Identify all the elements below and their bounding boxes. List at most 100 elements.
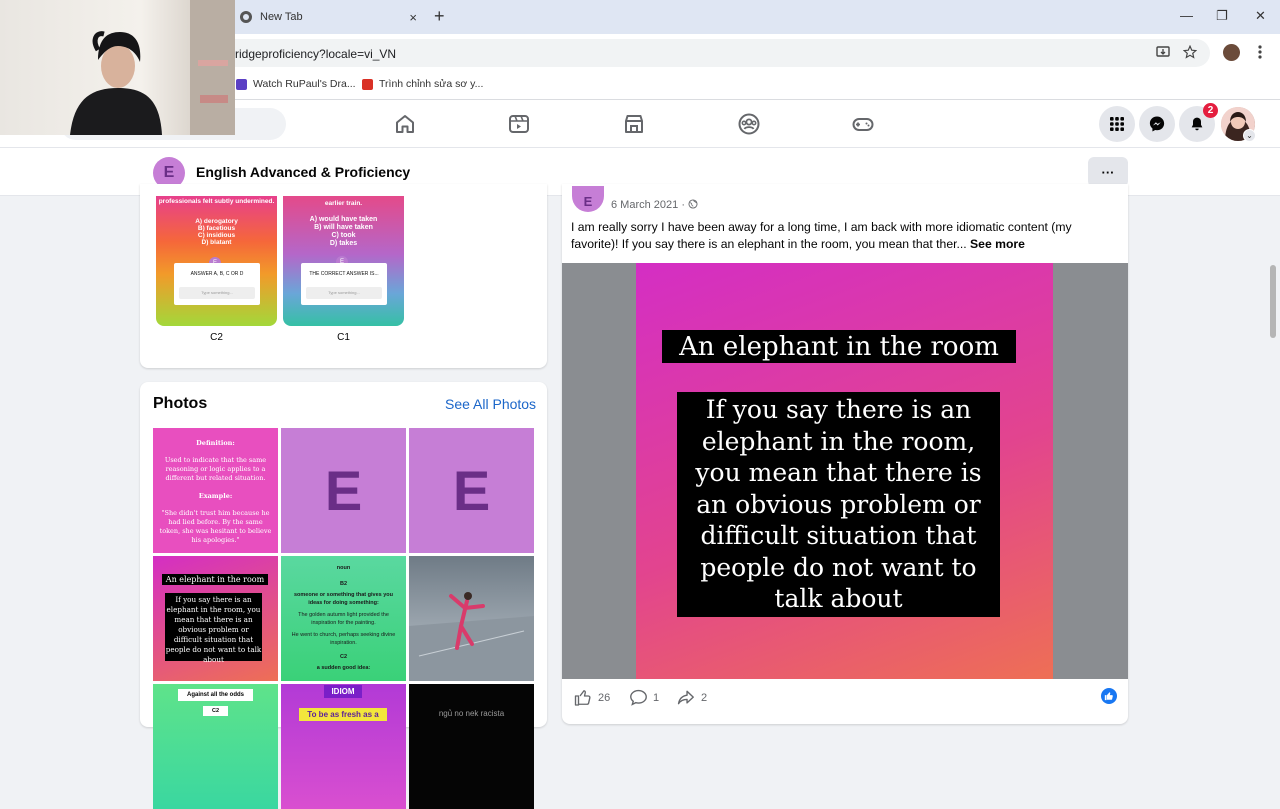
photo-thumbnail[interactable]: IDIOM To be as fresh as a [281, 684, 406, 809]
comment-icon [630, 689, 647, 706]
story-c2[interactable]: professionals felt subtly undermined. A)… [156, 196, 277, 326]
photo-text: a sudden good idea: [316, 665, 371, 671]
post-date-text: 6 March 2021 · [611, 199, 685, 211]
photo-thumbnail[interactable]: E [409, 428, 534, 553]
photo-text: Used to indicate that the same reasoning… [164, 456, 267, 482]
group-more-button[interactable]: ··· [1088, 157, 1128, 187]
group-name[interactable]: English Advanced & Proficiency [196, 164, 410, 180]
photo-text: noun [336, 565, 351, 571]
story-option: A) would have taken [309, 216, 378, 223]
webcam-person [70, 0, 235, 135]
share-button[interactable]: 2 [676, 689, 707, 706]
photo-thumbnail[interactable]: An elephant in the room If you say there… [153, 556, 278, 681]
photo-text: To be as fresh as a [299, 708, 387, 721]
share-count: 2 [701, 691, 708, 704]
photo-thumbnail[interactable]: Definition: Used to indicate that the sa… [153, 428, 278, 553]
story-answer-box: THE CORRECT ANSWER IS... Type something.… [301, 263, 387, 305]
share-icon [677, 690, 694, 705]
story-c1[interactable]: earlier train. A) would have taken B) wi… [283, 196, 404, 326]
image-title: An elephant in the room [662, 330, 1016, 363]
see-more-link[interactable]: See more [970, 237, 1025, 251]
photo-thumbnail[interactable]: E [281, 428, 406, 553]
story-answer-input: Type something... [179, 287, 255, 299]
new-tab-button[interactable]: + [434, 6, 445, 27]
photo-text: He went to church, perhaps seeking divin… [291, 632, 396, 646]
browser-tab[interactable]: New Tab × [230, 0, 425, 34]
minimize-button[interactable]: — [1180, 8, 1193, 23]
browser-menu-icon[interactable] [1257, 44, 1263, 60]
restore-button[interactable]: ❐ [1216, 8, 1228, 24]
install-app-icon[interactable] [1156, 45, 1171, 59]
like-button[interactable]: 26 [574, 689, 610, 706]
story-answer-box: ANSWER A, B, C OR D Type something... [174, 263, 260, 305]
like-reaction-icon[interactable] [1101, 688, 1117, 704]
bookmark-editor[interactable]: Trình chỉnh sửa sơ y... [362, 78, 483, 90]
home-icon[interactable] [393, 112, 417, 136]
see-all-photos-link[interactable]: See All Photos [445, 396, 536, 412]
messenger-icon [1149, 116, 1165, 132]
close-window-button[interactable]: ✕ [1255, 8, 1266, 24]
story-answer-prompt: ANSWER A, B, C OR D [190, 271, 244, 277]
story-option: D) blatant [201, 239, 232, 246]
photo-thumbnail[interactable]: Against all the odds C2 [153, 684, 278, 809]
story-answer-input: Type something... [306, 287, 382, 299]
story-option: C) took [331, 232, 356, 239]
browser-profile-avatar[interactable] [1223, 44, 1240, 61]
bookmark-rupaul[interactable]: Watch RuPaul's Dra... [236, 78, 356, 90]
photo-text: The golden autumn light provided the ins… [298, 612, 389, 626]
photo-text: B2 [339, 581, 348, 587]
thumbs-up-icon [574, 690, 591, 706]
story-question: earlier train. [324, 200, 363, 207]
bookmark-favicon-icon [362, 78, 373, 90]
marketplace-icon[interactable] [622, 112, 646, 136]
webcam-overlay [0, 0, 235, 135]
photo-text: ngủ no nek racista [438, 709, 505, 718]
story-option: D) takes [329, 240, 358, 247]
group-logo-letter: E [452, 459, 491, 522]
comment-button[interactable]: 1 [629, 689, 659, 706]
group-logo-letter: E [324, 459, 363, 522]
comment-count: 1 [653, 691, 660, 704]
story-label: C2 [210, 332, 223, 343]
like-count: 26 [598, 691, 611, 704]
messenger-button[interactable] [1139, 106, 1175, 142]
tab-title: New Tab [260, 11, 303, 23]
post-date[interactable]: 6 March 2021 · [611, 199, 698, 211]
photos-title: Photos [153, 395, 208, 412]
photo-thumbnail[interactable]: noun B2 someone or something that gives … [281, 556, 406, 681]
photo-text: Definition: [196, 439, 235, 447]
apps-grid-icon [1110, 117, 1124, 131]
menu-button[interactable] [1099, 106, 1135, 142]
thumbs-up-icon [1104, 692, 1113, 701]
chrome-icon [240, 11, 252, 23]
bookmark-star-icon[interactable] [1183, 45, 1197, 59]
url-text[interactable]: ridgeproficiency?locale=vi_VN [235, 47, 396, 61]
photo-thumbnail[interactable]: ngủ no nek racista [409, 684, 534, 809]
photo-text: Against all the odds [178, 689, 253, 701]
photo-thumbnail[interactable] [409, 556, 534, 681]
post-text: I am really sorry I have been away for a… [571, 219, 1116, 253]
story-label: C1 [337, 332, 350, 343]
story-answer-prompt: THE CORRECT ANSWER IS... [309, 271, 379, 277]
story-question: professionals felt subtly undermined. [158, 198, 275, 205]
bell-icon [1191, 117, 1203, 131]
photo-text: someone or something that gives you idea… [293, 592, 394, 606]
tab-close-icon[interactable]: × [409, 10, 417, 25]
skater-photo [409, 592, 534, 681]
story-option: B) will have taken [314, 224, 373, 231]
photo-text: An elephant in the room [162, 574, 268, 585]
gaming-icon[interactable] [851, 112, 875, 136]
photo-text: C2 [339, 654, 348, 660]
image-definition: If you say there is an elephant in the r… [677, 392, 1000, 617]
chevron-down-icon[interactable]: ⌄ [1243, 129, 1256, 142]
photo-text: C2 [203, 706, 228, 716]
photo-text: "She didn't trust him because he had lie… [159, 509, 272, 544]
photo-text: Example: [198, 492, 233, 500]
page-scrollbar[interactable] [1270, 265, 1276, 338]
bookmark-favicon-icon [236, 78, 247, 90]
bookmark-label: Watch RuPaul's Dra... [253, 78, 356, 90]
watch-icon[interactable] [507, 112, 531, 136]
groups-icon[interactable] [737, 112, 761, 136]
globe-icon [688, 199, 698, 209]
image-definition-text: If you say there is an elephant in the r… [695, 395, 982, 614]
